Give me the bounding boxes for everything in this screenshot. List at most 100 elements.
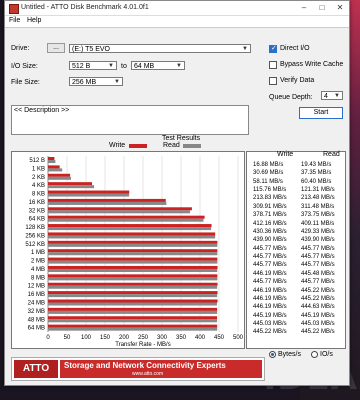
close-button[interactable]: ✕	[331, 1, 349, 15]
direct-io-label: Direct I/O	[280, 45, 310, 52]
bar-read	[48, 160, 56, 164]
bytes-radio[interactable]	[269, 351, 276, 358]
result-write-value: 213.83 MB/s	[253, 195, 287, 202]
bar-read	[48, 185, 95, 189]
bar-write	[48, 249, 218, 253]
y-tick-label: 512 B	[29, 158, 45, 164]
minimize-button[interactable]: –	[295, 1, 313, 15]
x-tick-label: 450	[214, 335, 225, 341]
y-tick-label: 512 KB	[25, 242, 45, 248]
file-size-value: 256 MB	[72, 79, 97, 86]
bar-write	[48, 165, 60, 169]
menu-help[interactable]: Help	[27, 17, 41, 24]
browse-button[interactable]: ...	[47, 43, 65, 53]
bar-write	[48, 324, 218, 328]
result-write-value: 430.36 MB/s	[253, 228, 287, 235]
result-read-value: 439.90 MB/s	[301, 237, 335, 244]
file-size-select[interactable]: 256 MB ▼	[69, 77, 123, 86]
result-read-value: 311.48 MB/s	[301, 203, 335, 210]
bar-write	[48, 157, 55, 161]
result-read-value: 445.77 MB/s	[301, 262, 335, 269]
results-panel: Write Read 16.88 MB/s 19.43 MB/s 30.69 MB/…	[246, 151, 346, 349]
result-read-value: 444.63 MB/s	[301, 304, 335, 311]
y-tick-label: 12 MB	[28, 284, 45, 290]
legend-write-label: Write	[109, 142, 126, 149]
x-tick-label: 250	[138, 335, 149, 341]
y-tick-label: 2 KB	[32, 175, 45, 181]
result-read-value: 19.43 MB/s	[301, 161, 332, 168]
x-tick-label: 350	[176, 335, 187, 341]
y-tick-label: 16 KB	[29, 200, 45, 206]
ios-radio-label: IO/s	[320, 351, 333, 358]
transfer-rate-chart: 0 50 100 150 200 250 300 350 400 450 500 Transfer R…	[25, 156, 244, 348]
queue-depth-label: Queue Depth:	[269, 94, 313, 101]
result-write-value: 445.77 MB/s	[253, 262, 287, 269]
drive-value: (E:) T5 EVO	[72, 46, 110, 53]
io-size-from-select[interactable]: 512 B ▼	[69, 61, 117, 70]
bar-write	[48, 299, 218, 303]
result-write-value: 412.16 MB/s	[253, 220, 287, 227]
bar-read	[48, 310, 218, 314]
legend-read-label: Read	[163, 142, 180, 149]
result-write-value: 446.19 MB/s	[253, 304, 287, 311]
x-tick-label: 50	[64, 335, 71, 341]
bar-write	[48, 215, 205, 219]
io-size-to-value: 64 MB	[134, 63, 155, 70]
result-write-value: 30.69 MB/s	[253, 170, 284, 177]
bypass-write-cache-checkbox[interactable]	[269, 61, 277, 69]
result-read-value: 445.77 MB/s	[301, 254, 335, 261]
bar-write	[48, 291, 218, 295]
bar-read	[48, 277, 218, 281]
bar-read	[48, 285, 218, 289]
result-write-value: 115.76 MB/s	[253, 186, 287, 193]
menu-file[interactable]: File	[9, 17, 20, 24]
maximize-button[interactable]: □	[313, 1, 331, 15]
queue-depth-select[interactable]: 4 ▼	[321, 91, 343, 100]
app-icon	[9, 4, 19, 14]
x-axis-label: Transfer Rate - MB/s	[115, 342, 170, 348]
x-tick-label: 100	[81, 335, 92, 341]
atto-logo: ATTO	[14, 360, 58, 378]
file-size-label: File Size:	[11, 79, 40, 86]
bar-write	[48, 198, 166, 202]
y-tick-label: 24 MB	[28, 301, 45, 307]
bar-read	[48, 235, 216, 239]
y-tick-label: 48 MB	[28, 317, 45, 323]
result-write-value: 445.77 MB/s	[253, 245, 287, 252]
direct-io-checkbox[interactable]	[269, 44, 277, 53]
chevron-down-icon: ▼	[242, 46, 248, 52]
bar-read	[48, 168, 63, 172]
start-button[interactable]: Start	[299, 107, 343, 119]
ios-radio[interactable]	[311, 351, 318, 358]
io-size-label: I/O Size:	[11, 63, 38, 70]
result-write-value: 446.19 MB/s	[253, 287, 287, 294]
drive-label: Drive:	[11, 45, 30, 52]
bar-read	[48, 260, 218, 264]
menu-bar: File Help	[5, 16, 349, 28]
bytes-radio-label: Bytes/s	[278, 351, 301, 358]
bar-write	[48, 257, 218, 261]
bar-read	[48, 327, 218, 331]
io-size-to-select[interactable]: 64 MB ▼	[131, 61, 185, 70]
result-read-value: 445.48 MB/s	[301, 270, 335, 277]
y-tick-label: 1 KB	[32, 166, 45, 172]
y-tick-label: 4 MB	[31, 267, 45, 273]
result-read-value: 429.33 MB/s	[301, 228, 335, 235]
verify-data-checkbox[interactable]	[269, 77, 277, 85]
banner-tagline: Storage and Network Connectivity Experts	[64, 361, 226, 370]
y-tick-label: 32 MB	[28, 309, 45, 315]
y-tick-label: 8 KB	[32, 192, 45, 198]
bar-read	[48, 193, 130, 197]
bar-write	[48, 207, 192, 211]
chevron-down-icon: ▼	[176, 63, 182, 69]
result-write-value: 439.90 MB/s	[253, 237, 287, 244]
bar-read	[48, 268, 218, 272]
result-write-value: 445.03 MB/s	[253, 321, 287, 328]
result-read-value: 37.35 MB/s	[301, 170, 332, 177]
result-write-value: 445.19 MB/s	[253, 312, 287, 319]
y-tick-label: 4 KB	[32, 183, 45, 189]
drive-select[interactable]: (E:) T5 EVO ▼	[69, 44, 251, 53]
legend-read-swatch	[183, 144, 201, 148]
description-box[interactable]: << Description >>	[11, 105, 249, 135]
x-tick-label: 300	[157, 335, 168, 341]
